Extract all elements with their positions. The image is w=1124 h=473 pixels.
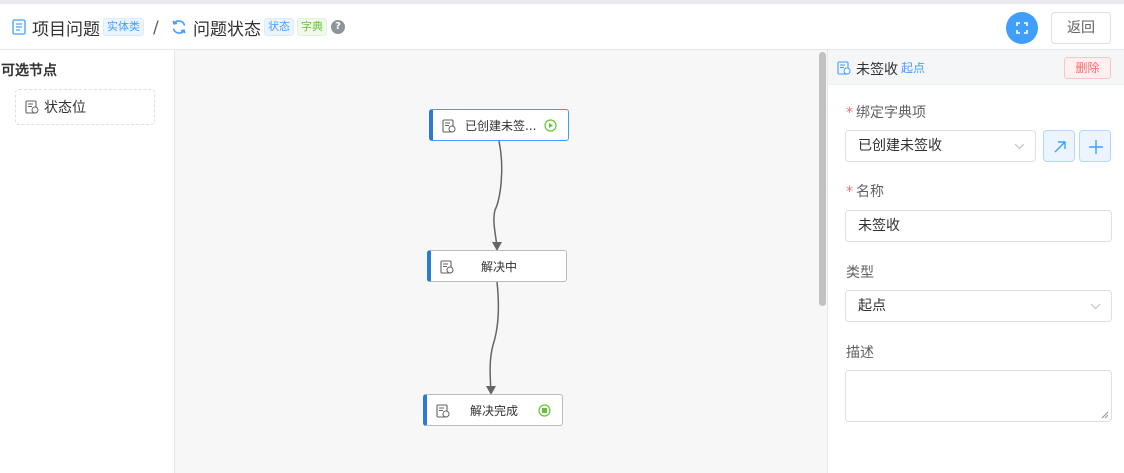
type-select[interactable]: 起点: [845, 290, 1112, 322]
status-node-icon: [442, 119, 456, 133]
name-input[interactable]: 未签收: [845, 210, 1112, 242]
name-field-label: * 名称: [846, 184, 884, 200]
name-input-value: 未签收: [858, 218, 900, 234]
dict-field-label: * 绑定字典项: [846, 105, 926, 121]
type-select-value: 起点: [858, 298, 886, 314]
selected-node-title: 未签收: [856, 62, 898, 78]
flow-node-done[interactable]: 解决完成: [423, 394, 563, 426]
canvas-scrollbar[interactable]: [819, 52, 826, 306]
dict-select[interactable]: 已创建未签收: [845, 130, 1036, 162]
required-mark: *: [846, 105, 853, 121]
node-label: 解决中: [481, 259, 518, 274]
type-field-label: 类型: [846, 265, 874, 281]
start-play-icon: [544, 119, 557, 132]
edge-created-to-resolving: [493, 140, 503, 249]
status-node-icon: [436, 404, 450, 418]
dict-select-value: 已创建未签收: [858, 138, 942, 154]
desc-field-label: 描述: [846, 345, 874, 361]
flow-node-created[interactable]: 已创建未签...: [429, 109, 569, 141]
arrow-up-right-icon: [1054, 141, 1066, 153]
edge-resolving-to-done: [489, 281, 500, 393]
selected-node-type-tag: 起点: [901, 61, 926, 75]
property-panel: 未签收 起点 删除 * 绑定字典项 已创建未签收 * 名称 未签收 类型 起点 描述: [827, 50, 1124, 473]
node-label: 解决完成: [470, 403, 519, 418]
node-label: 已创建未签...: [465, 118, 537, 133]
status-node-icon: [837, 61, 851, 75]
open-dict-button[interactable]: [1043, 130, 1075, 162]
status-node-icon: [440, 260, 454, 274]
description-textarea[interactable]: [845, 370, 1112, 422]
delete-button[interactable]: 删除: [1064, 57, 1111, 79]
chevron-down-icon: [1014, 143, 1025, 150]
flow-node-resolving[interactable]: 解决中: [427, 250, 567, 282]
resize-handle-icon: [1101, 411, 1109, 419]
end-stop-icon: [538, 404, 551, 417]
chevron-down-icon: [1090, 303, 1101, 310]
required-mark: *: [846, 184, 853, 200]
plus-icon: [1089, 140, 1103, 154]
add-dict-button[interactable]: [1079, 130, 1111, 162]
property-panel-header: 未签收 起点 删除: [828, 50, 1124, 85]
